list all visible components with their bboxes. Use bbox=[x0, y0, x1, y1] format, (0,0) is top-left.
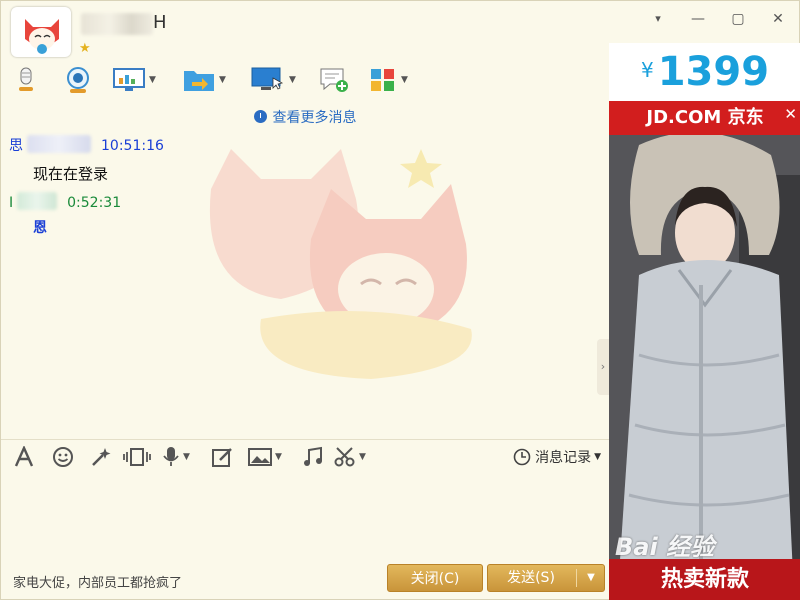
ad-price: ¥1399 bbox=[609, 43, 800, 101]
message-body: 恩 bbox=[33, 220, 47, 236]
apps-grid-icon bbox=[371, 69, 394, 91]
edit-button[interactable] bbox=[211, 445, 235, 469]
remote-desktop-button[interactable]: ▼ bbox=[251, 65, 296, 95]
music-note-icon bbox=[304, 446, 322, 466]
magic-wand-icon bbox=[92, 448, 111, 466]
contact-name: H bbox=[153, 12, 167, 33]
send-file-button[interactable]: ▼ bbox=[183, 65, 226, 95]
video-call-button[interactable] bbox=[63, 65, 93, 95]
edit-icon bbox=[212, 448, 232, 467]
microphone-icon bbox=[163, 447, 179, 466]
sender-name-prefix: 思 bbox=[9, 138, 23, 154]
collapse-sidebar-button[interactable]: › bbox=[597, 339, 609, 395]
avatar[interactable] bbox=[11, 7, 71, 57]
scissors-icon bbox=[334, 447, 355, 467]
image-button[interactable]: ▼ bbox=[247, 445, 282, 469]
sender-name-redacted bbox=[17, 192, 58, 210]
image-icon bbox=[248, 448, 272, 466]
send-button[interactable]: 发送(S) ▼ bbox=[487, 564, 605, 592]
chat-history[interactable]: 查看更多消息 思 10:51:16 现在在登录 I 0:52:31 恩 › bbox=[1, 99, 609, 439]
voice-call-button[interactable] bbox=[15, 65, 37, 95]
message-body: 现在在登录 bbox=[33, 165, 109, 183]
apps-button[interactable]: ▼ bbox=[369, 65, 408, 95]
presentation-icon bbox=[113, 68, 145, 91]
message-history-button[interactable]: 消息记录 ▼ bbox=[513, 447, 601, 467]
ad-panel[interactable]: ¥1399 JD.COM 京东 ✕ Bai 经验 热卖新款 bbox=[609, 43, 800, 600]
message-history-label: 消息记录 bbox=[535, 450, 592, 466]
shake-window-icon bbox=[123, 448, 151, 466]
action-toolbar: ▼ ▼ ▼ ▼ bbox=[7, 61, 607, 99]
smiley-icon bbox=[53, 447, 73, 467]
voice-message-button[interactable]: ▼ bbox=[161, 445, 190, 469]
microphone-icon bbox=[19, 67, 33, 91]
monitor-cursor-icon bbox=[251, 67, 284, 90]
music-button[interactable] bbox=[301, 445, 325, 469]
ad-close-icon[interactable]: ✕ bbox=[784, 105, 797, 123]
view-more-messages-link[interactable]: 查看更多消息 bbox=[1, 107, 609, 127]
currency-symbol: ¥ bbox=[640, 58, 654, 82]
window-menu-button[interactable]: ▾ bbox=[647, 9, 669, 29]
input-divider bbox=[1, 439, 609, 440]
send-button-separator bbox=[576, 569, 577, 587]
font-button[interactable] bbox=[13, 445, 37, 469]
sender-name-prefix: I bbox=[9, 195, 14, 211]
remote-assist-button[interactable]: ▼ bbox=[113, 65, 156, 95]
ad-tagline: 热卖新款 bbox=[609, 559, 800, 600]
minimize-button[interactable]: — bbox=[687, 9, 709, 29]
input-toolbar: ▼ ▼ ▼ 消息记录 ▼ bbox=[11, 443, 609, 471]
contact-name-redacted bbox=[81, 13, 153, 35]
send-button-label: 发送(S) bbox=[507, 570, 555, 586]
screenshot-button[interactable]: ▼ bbox=[333, 445, 366, 469]
folder-transfer-icon bbox=[184, 71, 214, 91]
font-icon bbox=[14, 446, 34, 467]
clock-icon bbox=[253, 110, 267, 123]
close-window-button[interactable]: ✕ bbox=[767, 9, 789, 29]
maximize-button[interactable]: ▢ bbox=[727, 9, 749, 29]
message-header: I 0:52:31 bbox=[9, 192, 121, 211]
view-more-messages-label: 查看更多消息 bbox=[272, 110, 357, 126]
send-options-dropdown[interactable]: ▼ bbox=[580, 565, 602, 591]
jd-brand-bar: JD.COM 京东 bbox=[609, 101, 800, 135]
fox-avatar-icon bbox=[25, 19, 59, 54]
sender-name-redacted bbox=[27, 135, 91, 153]
vip-star-icon[interactable]: ★ bbox=[79, 41, 91, 56]
baidu-watermark: Bai 经验 bbox=[615, 533, 715, 561]
chat-add-icon bbox=[320, 68, 348, 92]
message-time: 0:52:31 bbox=[67, 195, 122, 211]
price-value: 1399 bbox=[657, 49, 770, 95]
shake-button[interactable] bbox=[123, 445, 151, 469]
message-header: 思 10:51:16 bbox=[9, 135, 164, 155]
create-discussion-button[interactable] bbox=[319, 65, 349, 95]
background-fox-art bbox=[209, 149, 472, 379]
message-time: 10:51:16 bbox=[101, 138, 164, 154]
magic-button[interactable] bbox=[89, 445, 113, 469]
chevron-down-icon: ▼ bbox=[594, 452, 601, 462]
history-clock-icon bbox=[513, 448, 531, 466]
emoji-button[interactable] bbox=[51, 445, 75, 469]
close-button[interactable]: 关闭(C) bbox=[387, 564, 483, 592]
webcam-icon bbox=[67, 67, 89, 93]
chevron-right-icon: › bbox=[600, 360, 606, 373]
chat-window: H ★ ▾ — ▢ ✕ ▼ ▼ ▼ ▼ 查看更多消息 思 10:51:16 现在… bbox=[0, 0, 800, 600]
text-ad-link[interactable]: 家电大促，内部员工都抢疯了 bbox=[13, 572, 182, 591]
